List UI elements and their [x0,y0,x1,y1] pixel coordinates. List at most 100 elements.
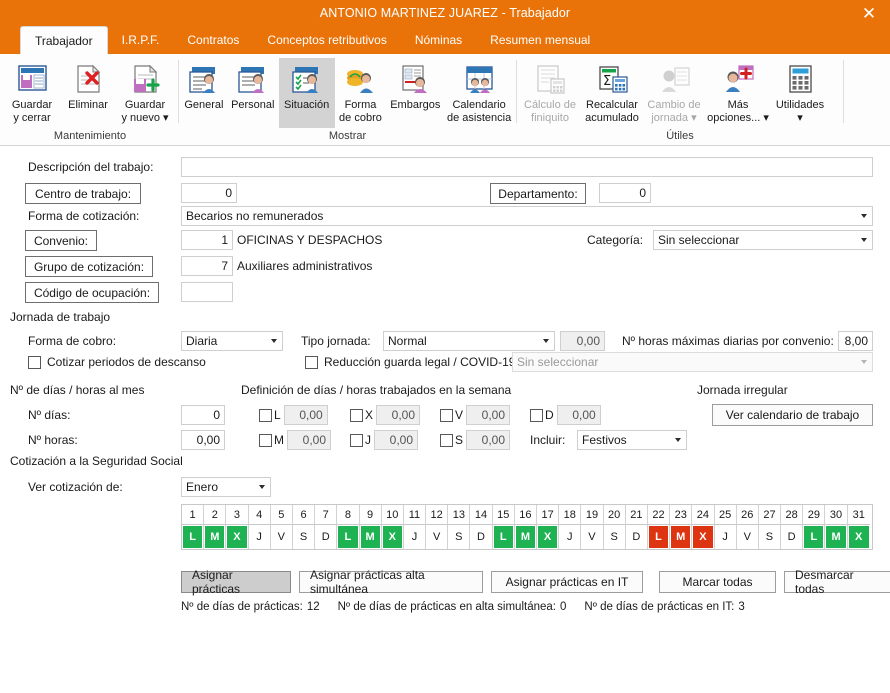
calendar-day-cell[interactable]: X [382,525,404,549]
calendar-day-cell[interactable]: M [204,525,227,549]
calendar-day-cell[interactable]: M [825,525,848,549]
calendario-de-asistencia-button[interactable]: Calendario de asistencia [444,58,514,126]
utilidades-button[interactable]: Utilidades ▾ [771,58,829,126]
calendar-day-cell[interactable]: M [360,525,382,549]
embargos-button[interactable]: Embargos [386,58,444,114]
situacion-button[interactable]: Situación [278,58,335,128]
ver-cotizacion-select[interactable]: Enero [181,477,271,497]
cotizar-descanso-checkbox[interactable] [28,355,41,369]
calendar-day-cell[interactable]: V [426,525,449,549]
week-day-X[interactable]: X 0,00 [350,405,421,425]
week-M-checkbox[interactable] [259,433,272,447]
descripcion-trabajo-input[interactable] [181,157,873,177]
calendar-day-cell[interactable]: V [271,525,293,549]
desmarcar-todas-button[interactable]: Desmarcar todas [784,568,890,596]
calendar-day-cell[interactable]: X [226,525,249,549]
week-day-V[interactable]: V 0,00 [440,405,511,425]
mas-opciones-button[interactable]: Más opciones... ▾ [705,58,771,126]
forma-cobro-select[interactable]: Diaria [181,331,283,351]
cotizacion-ss-title: Cotización a la Seguridad Social [10,454,183,468]
calendar-day-cell[interactable]: S [759,525,782,549]
personal-button[interactable]: Personal [227,58,279,114]
calendar-day-letter: M [671,526,691,548]
calendar-day-cell[interactable]: M [670,525,693,549]
forma-cotizacion-select[interactable]: Becarios no remunerados [181,206,873,226]
calendar-day-cell[interactable]: L [648,525,671,549]
calendar-day-cell[interactable]: J [559,525,582,549]
week-S-checkbox[interactable] [440,433,453,447]
calendar-day-cell[interactable]: X [537,525,560,549]
cotizar-descanso-row[interactable]: Cotizar periodos de descanso [28,355,206,369]
embargos-label: Embargos [390,99,441,111]
tab-nominas[interactable]: Nóminas [401,26,476,54]
calendar-day-number: 14 [470,505,493,525]
guardar-y-cerrar-button[interactable]: Guardar y cerrar [4,58,60,126]
week-X-checkbox[interactable] [350,408,363,422]
calendar-day-cell[interactable]: D [470,525,493,549]
calendar-day-cell[interactable]: J [249,525,271,549]
recalcular-acumulado-button[interactable]: Σ Recalcular acumulado [581,58,643,126]
calendar-day-cell[interactable]: L [493,525,515,549]
week-day-D[interactable]: D 0,00 [530,405,601,425]
calendar-day-cell[interactable]: D [781,525,804,549]
tipo-jornada-select[interactable]: Normal [383,331,555,351]
calendar-day-number: 13 [448,505,471,525]
reduccion-guarda-checkbox[interactable] [305,355,318,369]
tab-contratos[interactable]: Contratos [173,26,253,54]
guardar-y-nuevo-button[interactable]: Guardar y nuevo ▾ [116,58,174,126]
calendar-day-cell[interactable]: J [715,525,737,549]
centro-trabajo-button[interactable]: Centro de trabajo: [25,183,141,204]
tab-irpf[interactable]: I.R.P.F. [108,26,174,54]
tab-trabajador[interactable]: Trabajador [20,26,108,54]
asignar-practicas-button[interactable]: Asignar prácticas [181,568,291,596]
general-button[interactable]: General [181,58,227,114]
centro-trabajo-input[interactable]: 0 [181,183,237,203]
tab-resumen-mensual[interactable]: Resumen mensual [476,26,604,54]
calendar-day-cell[interactable]: X [848,525,870,549]
week-V-checkbox[interactable] [440,408,453,422]
codigo-ocupacion-button[interactable]: Código de ocupación: [25,282,159,303]
grupo-cotizacion-button[interactable]: Grupo de cotización: [25,256,153,277]
week-day-L[interactable]: L 0,00 [259,405,328,425]
calendar-day-cell[interactable]: S [448,525,471,549]
calendar-day-cell[interactable]: J [404,525,427,549]
tab-conceptos-retributivos[interactable]: Conceptos retributivos [253,26,400,54]
marcar-todas-button[interactable]: Marcar todas [659,571,776,593]
n-dias-input[interactable]: 0 [181,405,225,425]
calendar-day-cell[interactable]: S [604,525,626,549]
calendar-day-cell[interactable]: V [581,525,604,549]
horas-maximas-input[interactable]: 8,00 [838,331,873,351]
calendar-day-cell[interactable]: S [293,525,316,549]
departamento-button[interactable]: Departamento: [490,183,586,204]
calendar-day-cell[interactable]: M [515,525,537,549]
reduccion-guarda-row[interactable]: Reducción guarda legal / COVID-19 [305,355,515,369]
convenio-button[interactable]: Convenio: [25,230,97,251]
calendar-day-cell[interactable]: L [803,525,826,549]
codigo-ocupacion-input[interactable] [181,282,233,302]
calendar-day-cell[interactable]: D [626,525,648,549]
asignar-practicas-it-button[interactable]: Asignar prácticas en IT [491,571,643,593]
n-horas-input[interactable]: 0,00 [181,430,225,450]
calendar-day-cell[interactable]: X [692,525,715,549]
week-D-checkbox[interactable] [530,408,543,422]
week-L-checkbox[interactable] [259,408,272,422]
week-day-J[interactable]: J 0,00 [350,430,418,450]
week-day-S[interactable]: S 0,00 [440,430,511,450]
close-icon[interactable]: ✕ [848,0,890,26]
departamento-input[interactable]: 0 [599,183,651,203]
calendar-day-letter: J [411,531,418,543]
eliminar-button[interactable]: Eliminar [60,58,116,114]
calendar-day-cell[interactable]: D [315,525,338,549]
calendar-day-cell[interactable]: V [737,525,759,549]
convenio-code-input[interactable]: 1 [181,230,233,250]
week-day-M[interactable]: M 0,00 [259,430,331,450]
calendar-day-cell[interactable]: L [182,525,205,549]
categoria-select[interactable]: Sin seleccionar [653,230,873,250]
ver-calendario-trabajo-button[interactable]: Ver calendario de trabajo [712,404,873,426]
week-J-checkbox[interactable] [350,433,363,447]
grupo-cotizacion-code-input[interactable]: 7 [181,256,233,276]
incluir-select[interactable]: Festivos [577,430,687,450]
forma-de-cobro-button[interactable]: Forma de cobro [335,58,387,126]
calendar-day-cell[interactable]: L [337,525,360,549]
asignar-practicas-alta-simultanea-button[interactable]: Asignar prácticas alta simultánea [299,568,483,596]
